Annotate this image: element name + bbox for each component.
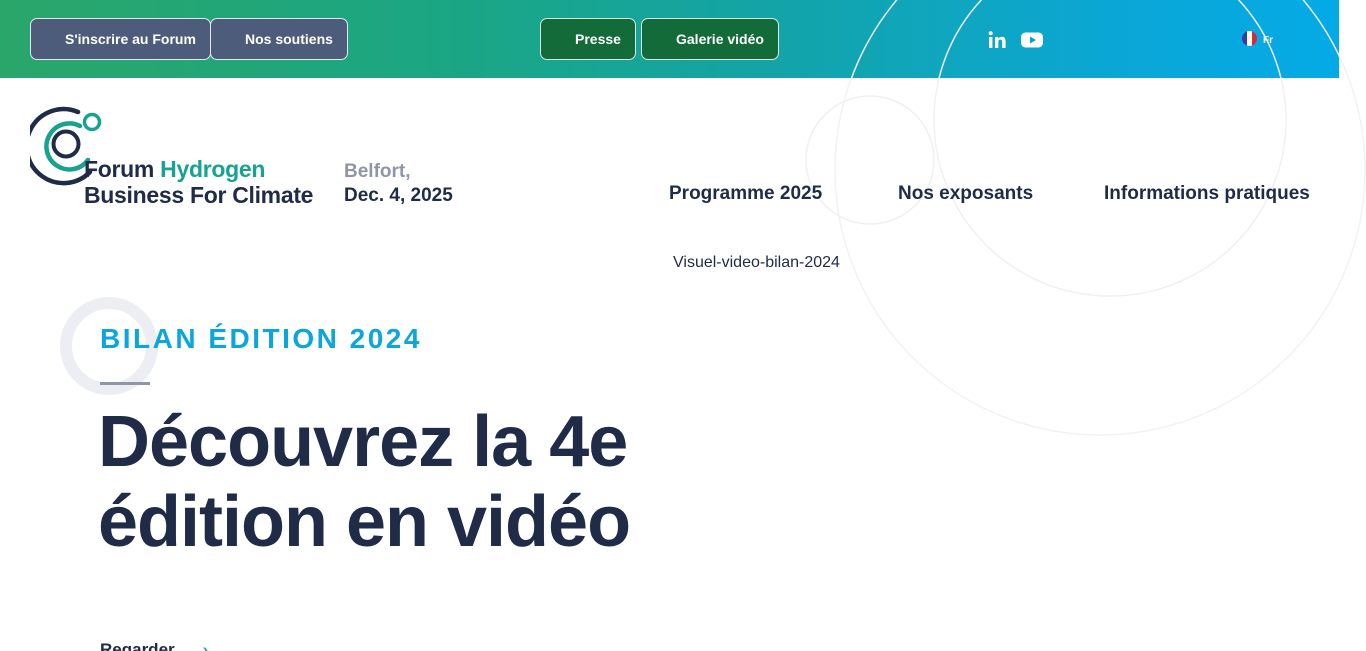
logo-text-line2: Business For Climate <box>84 182 314 208</box>
language-label: Fr <box>1263 34 1273 46</box>
press-button[interactable]: Presse <box>540 18 636 60</box>
youtube-icon[interactable] <box>1020 29 1044 51</box>
language-selector[interactable]: Fr <box>1242 31 1273 46</box>
linkedin-icon[interactable] <box>986 29 1008 51</box>
watch-label: Regarder <box>100 640 175 651</box>
video-gallery-button[interactable]: Galerie vidéo <box>641 18 779 60</box>
press-label: Presse <box>575 31 621 47</box>
watch-button[interactable]: Regarder › <box>100 640 208 651</box>
nav-programme[interactable]: Programme 2025 <box>669 183 822 205</box>
france-flag-icon <box>1242 31 1257 46</box>
chevron-right-icon: › <box>202 640 209 651</box>
forum-logo[interactable]: Forum Hydrogen Business For Climate <box>30 106 313 208</box>
section-kicker: BILAN ÉDITION 2024 <box>100 323 422 354</box>
nav-exhibitors[interactable]: Nos exposants <box>898 183 1033 205</box>
kicker-divider <box>100 382 150 385</box>
supporters-label: Nos soutiens <box>245 31 333 47</box>
event-city: Belfort, <box>344 161 411 182</box>
register-forum-button[interactable]: S'inscrire au Forum <box>30 18 211 60</box>
supporters-button[interactable]: Nos soutiens <box>210 18 348 60</box>
register-forum-label: S'inscrire au Forum <box>65 31 196 47</box>
video-alt-text: Visuel-video-bilan-2024 <box>673 254 840 271</box>
logo-text-line1: Forum Hydrogen <box>84 156 266 182</box>
video-gallery-label: Galerie vidéo <box>676 31 764 47</box>
hero-headline: Découvrez la 4e édition en vidéo <box>98 402 631 562</box>
event-date: Dec. 4, 2025 <box>344 185 453 206</box>
nav-practical-info[interactable]: Informations pratiques <box>1104 183 1310 205</box>
top-bar: S'inscrire au Forum Nos soutiens Presse … <box>0 0 1339 78</box>
